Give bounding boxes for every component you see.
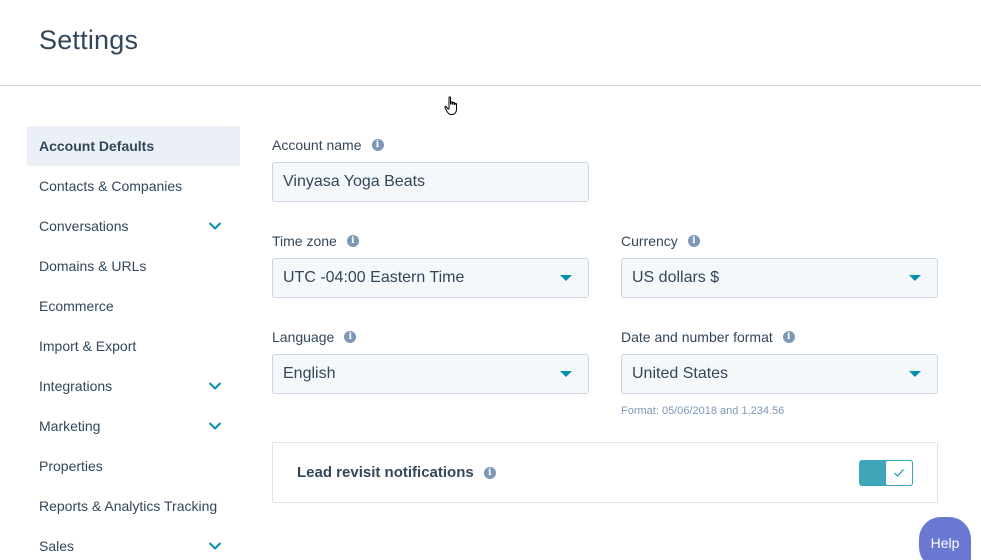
sidebar-item-ecommerce[interactable]: Ecommerce xyxy=(27,286,240,326)
date-format-select[interactable]: United States xyxy=(621,354,938,394)
info-icon[interactable]: i xyxy=(344,331,357,343)
language-value: English xyxy=(283,365,336,382)
help-button-label: Help xyxy=(930,535,960,551)
sidebar-item-reports-analytics[interactable]: Reports & Analytics Tracking xyxy=(27,486,240,526)
sidebar-item-domains-urls[interactable]: Domains & URLs xyxy=(27,246,240,286)
pointer-cursor-icon xyxy=(444,96,457,115)
time-zone-select[interactable]: UTC -04:00 Eastern Time xyxy=(272,258,589,298)
sidebar-item-account-defaults[interactable]: Account Defaults xyxy=(27,126,240,166)
dropdown-caret-icon xyxy=(560,371,572,377)
time-zone-label: Time zone xyxy=(272,233,337,249)
account-name-input[interactable] xyxy=(272,162,589,202)
date-format-hint: Format: 05/06/2018 and 1,234.56 xyxy=(621,405,785,417)
language-select[interactable]: English xyxy=(272,354,589,394)
help-button[interactable]: Help xyxy=(919,517,971,560)
currency-label-row: Currency i xyxy=(621,233,700,249)
toggle-knob xyxy=(885,459,913,486)
sidebar-item-properties[interactable]: Properties xyxy=(27,446,240,486)
time-zone-value: UTC -04:00 Eastern Time xyxy=(283,269,465,286)
sidebar-item-marketing[interactable]: Marketing xyxy=(27,406,240,446)
time-zone-label-row: Time zone i xyxy=(272,233,359,249)
sidebar-item-label: Contacts & Companies xyxy=(39,178,183,194)
info-icon[interactable]: i xyxy=(371,139,384,151)
date-format-label-row: Date and number format i xyxy=(621,329,795,345)
sidebar-item-label: Account Defaults xyxy=(39,138,155,154)
sidebar-item-label: Sales xyxy=(39,538,75,554)
sidebar-item-label: Ecommerce xyxy=(39,298,114,314)
chevron-down-icon xyxy=(208,542,222,550)
info-icon[interactable]: i xyxy=(687,235,700,247)
currency-value: US dollars $ xyxy=(632,269,720,286)
dropdown-caret-icon xyxy=(560,275,572,281)
lead-revisit-label-row: Lead revisit notifications i xyxy=(297,464,496,481)
chevron-down-icon xyxy=(208,422,222,430)
page-title: Settings xyxy=(39,25,139,55)
check-icon xyxy=(894,468,905,477)
language-label-row: Language i xyxy=(272,329,357,345)
dropdown-caret-icon xyxy=(909,371,921,377)
sidebar-item-label: Properties xyxy=(39,458,103,474)
chevron-down-icon xyxy=(208,382,222,390)
account-name-label-row: Account name i xyxy=(272,137,384,153)
account-name-label: Account name xyxy=(272,137,362,153)
chevron-down-icon xyxy=(208,222,222,230)
sidebar-item-conversations[interactable]: Conversations xyxy=(27,206,240,246)
sidebar-item-label: Integrations xyxy=(39,378,113,394)
sidebar-item-label: Import & Export xyxy=(39,338,137,354)
date-format-value: United States xyxy=(632,365,729,382)
sidebar-item-label: Marketing xyxy=(39,418,101,434)
settings-sidebar: Account Defaults Contacts & Companies Co… xyxy=(27,126,240,560)
sidebar-item-label: Reports & Analytics Tracking xyxy=(39,498,218,514)
sidebar-item-label: Conversations xyxy=(39,218,129,234)
language-label: Language xyxy=(272,329,335,345)
sidebar-item-label: Domains & URLs xyxy=(39,258,147,274)
info-icon[interactable]: i xyxy=(782,331,795,343)
date-format-label: Date and number format xyxy=(621,329,773,345)
sidebar-item-import-export[interactable]: Import & Export xyxy=(27,326,240,366)
lead-revisit-panel: Lead revisit notifications i xyxy=(272,442,938,503)
sidebar-item-integrations[interactable]: Integrations xyxy=(27,366,240,406)
info-icon[interactable]: i xyxy=(346,235,359,247)
sidebar-item-contacts-companies[interactable]: Contacts & Companies xyxy=(27,166,240,206)
dropdown-caret-icon xyxy=(909,275,921,281)
currency-select[interactable]: US dollars $ xyxy=(621,258,938,298)
sidebar-item-sales[interactable]: Sales xyxy=(27,526,240,560)
info-icon[interactable]: i xyxy=(483,466,496,479)
page-header: Settings xyxy=(0,0,981,86)
lead-revisit-label: Lead revisit notifications xyxy=(297,464,474,481)
currency-label: Currency xyxy=(621,233,678,249)
lead-revisit-toggle[interactable] xyxy=(859,459,913,486)
